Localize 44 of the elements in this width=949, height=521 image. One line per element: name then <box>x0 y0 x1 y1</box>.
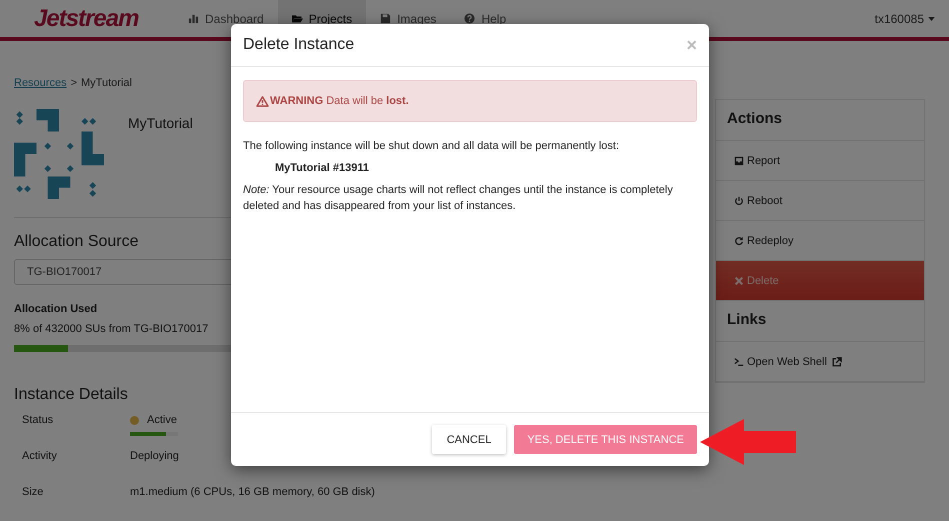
folder-icon <box>292 13 303 24</box>
external-link-icon <box>832 356 842 366</box>
dialog-message: The following instance will be shut down and all data will be permanently lost: <box>243 139 620 154</box>
action-item[interactable]: Delete <box>716 261 924 301</box>
detail-value: m1.medium (6 CPUs, 16 GB memory, 60 GB disk) <box>130 486 375 500</box>
instance-label: MyTutorial #13911 <box>275 162 370 174</box>
warning-icon <box>256 96 269 106</box>
panel-heading: Links <box>716 301 924 342</box>
detail-label: Activity <box>22 450 58 464</box>
refresh-icon <box>734 236 744 246</box>
link-item[interactable]: Open Web Shell <box>716 342 924 382</box>
section-heading: Instance Details <box>14 386 129 404</box>
detail-label: Size <box>22 486 44 500</box>
power-icon <box>734 196 744 206</box>
panel-heading: Actions <box>716 100 924 141</box>
dialog-note: Note: Your resource usage charts will not reflect changes until the instance is completely deleted and has disappeared from your list of instances. <box>243 183 674 214</box>
breadcrumb-separator: > <box>70 77 78 89</box>
breadcrumb-link[interactable]: Resources <box>14 77 67 89</box>
allocation-used-label: Allocation Used <box>14 303 98 315</box>
nav-tab[interactable]: Dashboard <box>174 0 278 37</box>
logo[interactable]: Jetstream <box>34 4 174 32</box>
detail-value: Deploying <box>130 450 179 464</box>
bar-chart-icon <box>188 13 199 24</box>
cancel-button[interactable]: CANCEL <box>432 425 506 454</box>
instance-name: MyTutorial <box>128 115 193 133</box>
inbox-icon <box>734 156 744 166</box>
detail-label: Status <box>22 414 54 428</box>
warning-text: WARNING Data will be lost. <box>270 95 409 107</box>
terminal-icon <box>734 356 744 366</box>
close-icon <box>734 276 744 286</box>
section-heading: Allocation Source <box>14 233 140 251</box>
caret-icon <box>928 16 935 20</box>
user-menu[interactable]: tx160085 <box>874 12 935 26</box>
confirm-delete-button[interactable]: YES, DELETE THIS INSTANCE <box>514 425 697 454</box>
status-dot <box>130 416 139 424</box>
dialog-title: Delete Instance <box>243 36 354 54</box>
close-button[interactable]: × <box>686 34 697 56</box>
nav-tab[interactable]: Images <box>366 0 450 37</box>
nav-tab[interactable]: Help <box>450 0 520 37</box>
breadcrumb-current: MyTutorial <box>81 77 132 89</box>
action-item[interactable]: Report <box>716 141 924 181</box>
action-item[interactable]: Reboot <box>716 181 924 221</box>
detail-value: Active <box>147 414 177 426</box>
allocation-used-text: 8% of 432000 SUs from TG-BIO170017 <box>14 323 210 335</box>
